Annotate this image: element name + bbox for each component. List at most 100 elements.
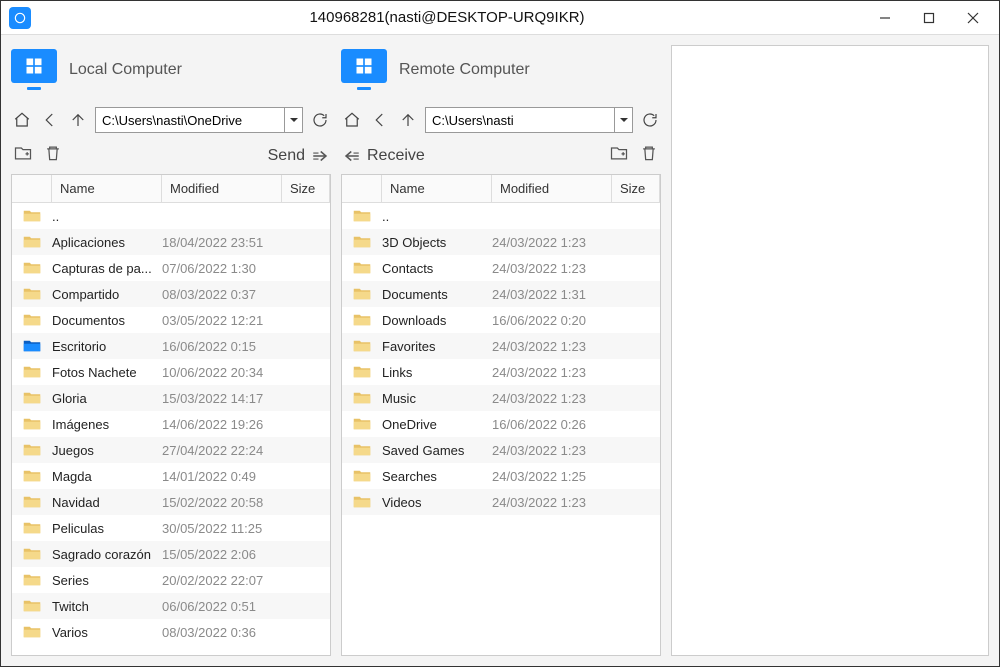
local-path-field[interactable] [96,108,284,132]
col-size[interactable]: Size [612,175,660,202]
folder-icon [12,547,52,561]
file-name: Navidad [52,495,162,510]
close-button[interactable] [951,3,995,33]
folder-icon [342,495,382,509]
file-modified: 24/03/2022 1:25 [492,469,612,484]
back-button[interactable] [369,107,391,133]
col-modified[interactable]: Modified [162,175,282,202]
file-name: Magda [52,469,162,484]
table-row[interactable]: Downloads16/06/2022 0:20 [342,307,660,333]
table-row[interactable]: .. [342,203,660,229]
table-row[interactable]: Contacts24/03/2022 1:23 [342,255,660,281]
file-name: Imágenes [52,417,162,432]
table-row[interactable]: Saved Games24/03/2022 1:23 [342,437,660,463]
table-row[interactable]: Imágenes14/06/2022 19:26 [12,411,330,437]
file-modified: 16/06/2022 0:20 [492,313,612,328]
table-row[interactable]: Varios08/03/2022 0:36 [12,619,330,645]
table-row[interactable]: Documents24/03/2022 1:31 [342,281,660,307]
file-modified: 15/05/2022 2:06 [162,547,282,562]
table-row[interactable]: .. [12,203,330,229]
back-button[interactable] [39,107,61,133]
table-row[interactable]: Compartido08/03/2022 0:37 [12,281,330,307]
up-button[interactable] [397,107,419,133]
col-modified[interactable]: Modified [492,175,612,202]
table-row[interactable]: Favorites24/03/2022 1:23 [342,333,660,359]
remote-path-field[interactable] [426,108,614,132]
home-button[interactable] [11,107,33,133]
folder-icon [342,261,382,275]
local-pc-icon [11,49,57,91]
new-folder-button[interactable] [609,143,629,168]
file-modified: 20/02/2022 22:07 [162,573,282,588]
table-row[interactable]: Magda14/01/2022 0:49 [12,463,330,489]
file-name: Documents [382,287,492,302]
table-row[interactable]: Capturas de pa...07/06/2022 1:30 [12,255,330,281]
table-row[interactable]: Fotos Nachete10/06/2022 20:34 [12,359,330,385]
new-folder-button[interactable] [13,143,33,168]
up-button[interactable] [67,107,89,133]
titlebar: 140968281(nasti@DESKTOP-URQ9IKR) [1,1,999,35]
table-row[interactable]: Twitch06/06/2022 0:51 [12,593,330,619]
file-modified: 24/03/2022 1:23 [492,261,612,276]
file-name: Peliculas [52,521,162,536]
file-name: Links [382,365,492,380]
col-name[interactable]: Name [52,175,162,202]
window-title: 140968281(nasti@DESKTOP-URQ9IKR) [31,9,863,26]
table-row[interactable]: Documentos03/05/2022 12:21 [12,307,330,333]
table-row[interactable]: Aplicaciones18/04/2022 23:51 [12,229,330,255]
file-name: Saved Games [382,443,492,458]
file-name: Gloria [52,391,162,406]
folder-icon [12,287,52,301]
table-row[interactable]: Videos24/03/2022 1:23 [342,489,660,515]
table-row[interactable]: Music24/03/2022 1:23 [342,385,660,411]
table-row[interactable]: Links24/03/2022 1:23 [342,359,660,385]
table-row[interactable]: OneDrive16/06/2022 0:26 [342,411,660,437]
file-modified: 24/03/2022 1:31 [492,287,612,302]
refresh-button[interactable] [639,107,661,133]
refresh-button[interactable] [309,107,331,133]
remote-path-input[interactable] [425,107,633,133]
file-name: Contacts [382,261,492,276]
file-modified: 18/04/2022 23:51 [162,235,282,250]
folder-icon [342,313,382,327]
send-button[interactable]: Send [268,147,329,165]
table-row[interactable]: Navidad15/02/2022 20:58 [12,489,330,515]
file-modified: 24/03/2022 1:23 [492,339,612,354]
delete-button[interactable] [639,143,659,168]
receive-label: Receive [367,147,425,165]
remote-panel: Remote Computer Receive [341,45,661,656]
table-row[interactable]: Searches24/03/2022 1:25 [342,463,660,489]
table-row[interactable]: 3D Objects24/03/2022 1:23 [342,229,660,255]
file-name: Aplicaciones [52,235,162,250]
path-dropdown-button[interactable] [284,108,302,132]
file-name: Searches [382,469,492,484]
delete-button[interactable] [43,143,63,168]
folder-icon [12,599,52,613]
table-row[interactable]: Peliculas30/05/2022 11:25 [12,515,330,541]
folder-icon [342,209,382,223]
col-size[interactable]: Size [282,175,330,202]
path-dropdown-button[interactable] [614,108,632,132]
send-icon [311,147,329,165]
file-modified: 30/05/2022 11:25 [162,521,282,536]
home-button[interactable] [341,107,363,133]
folder-icon [12,521,52,535]
file-name: 3D Objects [382,235,492,250]
receive-button[interactable]: Receive [343,147,425,165]
maximize-button[interactable] [907,3,951,33]
local-path-input[interactable] [95,107,303,133]
folder-icon [12,313,52,327]
table-row[interactable]: Escritorio16/06/2022 0:15 [12,333,330,359]
file-modified: 15/03/2022 14:17 [162,391,282,406]
col-name[interactable]: Name [382,175,492,202]
folder-icon [12,261,52,275]
table-row[interactable]: Sagrado corazón15/05/2022 2:06 [12,541,330,567]
receive-icon [343,147,361,165]
table-row[interactable]: Series20/02/2022 22:07 [12,567,330,593]
minimize-button[interactable] [863,3,907,33]
file-modified: 16/06/2022 0:15 [162,339,282,354]
file-modified: 03/05/2022 12:21 [162,313,282,328]
table-row[interactable]: Juegos27/04/2022 22:24 [12,437,330,463]
table-row[interactable]: Gloria15/03/2022 14:17 [12,385,330,411]
folder-icon [12,495,52,509]
